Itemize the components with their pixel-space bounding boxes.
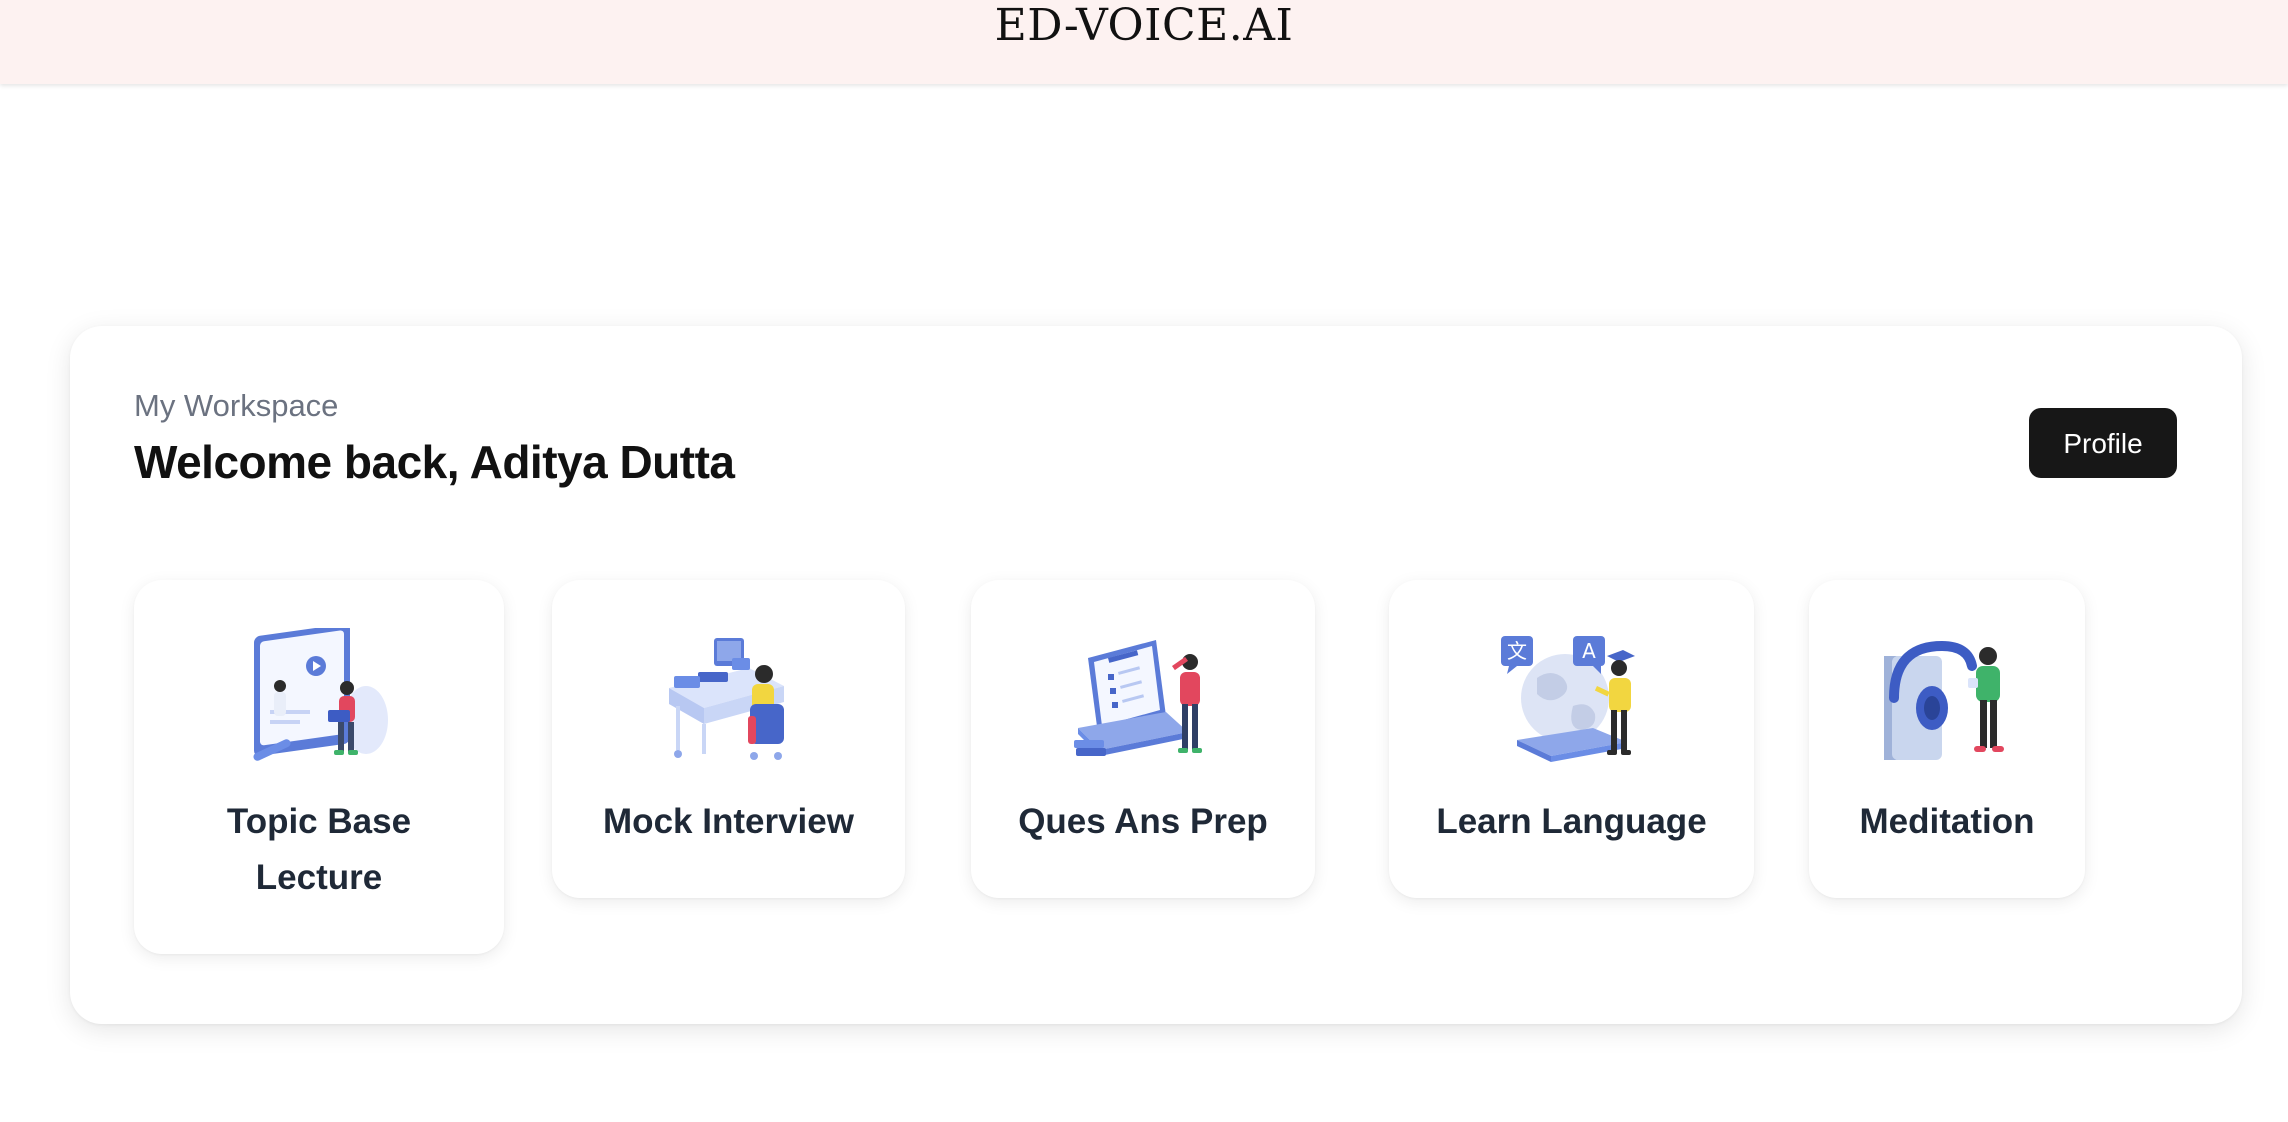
language-illustration-icon: 文 A — [1500, 636, 1635, 762]
svg-text:文: 文 — [1507, 639, 1527, 663]
top-header: ED-VOICE.AI — [0, 0, 2288, 84]
card-learn-language[interactable]: 文 A Learn Language — [1389, 580, 1754, 898]
card-meditation[interactable]: Meditation — [1809, 580, 2085, 898]
brand-logo-text[interactable]: ED-VOICE.AI — [995, 2, 1294, 50]
card-label: Meditation — [1859, 802, 2035, 841]
card-label: Learn Language — [1436, 802, 1707, 841]
profile-button[interactable]: Profile — [2029, 408, 2177, 478]
welcome-heading: Welcome back, Aditya Dutta — [134, 436, 735, 488]
card-label: Topic Base Lecture — [226, 802, 412, 897]
lecture-illustration-icon — [253, 628, 388, 761]
card-mock-interview[interactable]: Mock Interview — [552, 580, 905, 898]
workspace-eyebrow: My Workspace — [134, 388, 339, 423]
svg-text:A: A — [1582, 639, 1596, 663]
interview-illustration-icon — [668, 638, 784, 760]
card-label: Mock Interview — [603, 802, 854, 841]
card-label: Ques Ans Prep — [1018, 802, 1268, 841]
workspace-panel: My Workspace Welcome back, Aditya Dutta … — [70, 326, 2242, 1024]
meditation-illustration-icon — [1884, 640, 2004, 760]
quiz-illustration-icon — [1074, 640, 1202, 756]
card-ques-ans-prep[interactable]: Ques Ans Prep — [971, 580, 1315, 898]
card-topic-base-lecture[interactable]: Topic Base Lecture — [134, 580, 504, 954]
